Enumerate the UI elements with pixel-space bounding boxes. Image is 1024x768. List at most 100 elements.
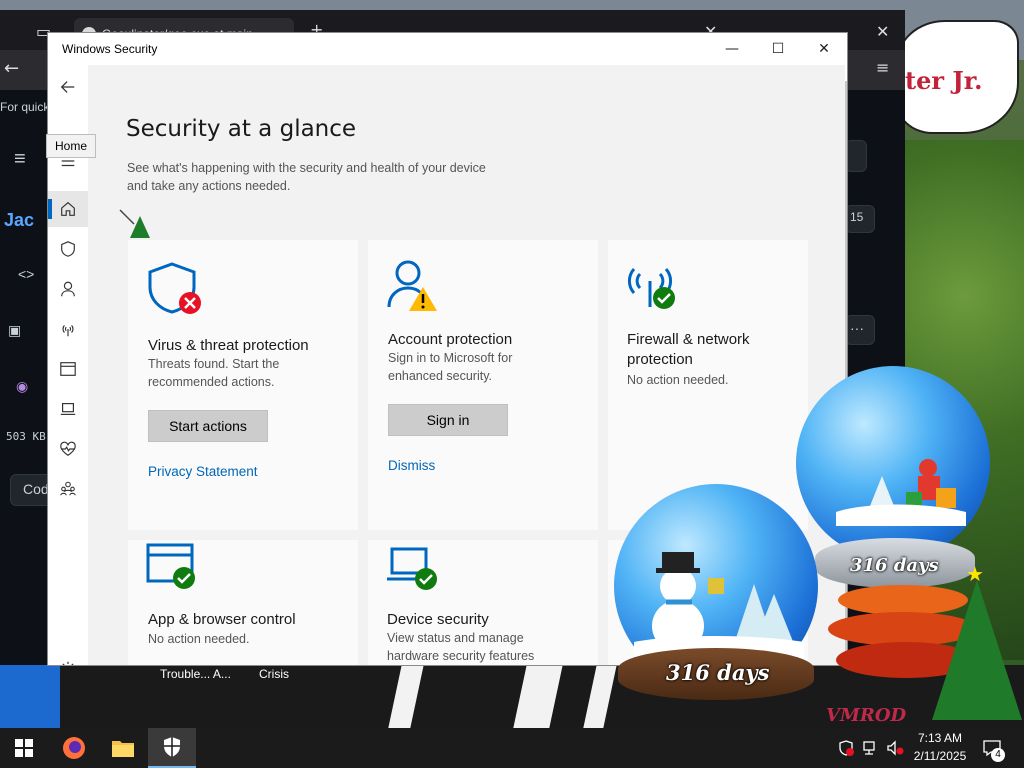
desktop-icon-label[interactable]: Crisis — [259, 667, 289, 681]
tile-description: View status and manage hardware security… — [387, 629, 534, 665]
code-tab-icon[interactable]: <> — [18, 266, 34, 282]
shield-error-icon — [148, 262, 201, 314]
counter-label: 15 — [850, 210, 864, 224]
repo-name[interactable]: Jac — [4, 210, 34, 231]
bookmark-text: For quick — [0, 100, 50, 114]
browser-window-icon — [60, 362, 76, 376]
star-icon: ★ — [966, 562, 984, 586]
close-button[interactable]: ✕ — [801, 33, 847, 65]
tile-title-line: Firewall & network — [627, 331, 750, 348]
file-icon: ▣ — [8, 322, 22, 338]
page-subtitle: See what's happening with the security a… — [127, 159, 527, 195]
firefox-taskbar-button[interactable] — [50, 728, 98, 768]
nav-account-protection[interactable] — [48, 271, 88, 307]
dismiss-link[interactable]: Dismiss — [388, 458, 435, 473]
page-title: Security at a glance — [126, 116, 357, 142]
tile-description-line: Threats found. Start the — [148, 357, 280, 371]
nav-device-security[interactable] — [48, 391, 88, 427]
tile-description-line: enhanced security. — [388, 369, 492, 383]
settings-icon — [62, 661, 74, 665]
back-arrow-icon[interactable]: ← — [4, 58, 19, 79]
tile-title: App & browser control — [148, 611, 296, 628]
page-subtitle-line: See what's happening with the security a… — [127, 161, 486, 175]
tile-description: No action needed. — [148, 632, 250, 646]
tile-title-line: protection — [627, 351, 693, 368]
shield-icon — [61, 241, 75, 257]
more-options-icon[interactable]: ··· — [845, 315, 875, 345]
person-icon — [61, 281, 75, 297]
start-button[interactable] — [0, 728, 48, 768]
snow-globe-gifts[interactable] — [796, 366, 990, 560]
tree-cursor-icon — [119, 209, 150, 238]
device-security-ok-icon — [387, 547, 437, 590]
sign-in-button[interactable]: Sign in — [388, 404, 508, 436]
nav-family-options[interactable] — [48, 471, 88, 507]
artist-signature: VMROD — [826, 705, 907, 726]
nav-app-browser[interactable] — [48, 351, 88, 387]
antenna-icon — [62, 325, 74, 337]
desktop-icon-label[interactable]: Trouble... A... — [160, 667, 231, 681]
tile-description-line: View status and manage — [387, 631, 524, 645]
tile-title: Device security — [387, 611, 489, 628]
github-counter: 15 — [845, 205, 875, 233]
avatar: ◉ — [16, 378, 29, 394]
firewall-ok-icon — [627, 268, 675, 309]
network-tray-icon[interactable] — [862, 740, 878, 756]
countdown-label: 316 days — [666, 660, 770, 685]
window-title: Windows Security — [62, 42, 158, 56]
tile-title: Account protection — [388, 331, 513, 348]
tile-description-line: Sign in to Microsoft for — [388, 351, 513, 365]
tile-title: Firewall & network protection — [627, 330, 750, 370]
gifts-scene-icon — [836, 459, 966, 526]
volume-muted-tray-icon[interactable] — [886, 740, 904, 756]
tile-description: Threats found. Start the recommended act… — [148, 355, 279, 391]
nav-home[interactable] — [48, 191, 88, 227]
snowman-scene-icon — [634, 552, 804, 664]
clock-date[interactable]: 2/11/2025 — [908, 749, 972, 763]
nav-virus-protection[interactable] — [48, 231, 88, 267]
minimize-button[interactable]: — — [709, 33, 755, 65]
hamburger-icon[interactable]: ≡ — [14, 148, 26, 171]
title-bar[interactable]: Windows Security — ☐ ✕ — [48, 33, 847, 65]
nav-firewall[interactable] — [48, 311, 88, 347]
notification-count-badge: 4 — [991, 748, 1005, 762]
file-size: 503 KB — [6, 430, 46, 443]
tile-description-line: recommended actions. — [148, 375, 275, 389]
folder-icon — [112, 741, 134, 757]
nav-settings[interactable] — [48, 651, 88, 665]
countdown-label: 316 days — [850, 555, 939, 576]
privacy-statement-link[interactable]: Privacy Statement — [148, 464, 258, 479]
start-actions-button[interactable]: Start actions — [148, 410, 268, 442]
code-button-label: Cod — [23, 481, 49, 497]
github-button[interactable] — [845, 140, 867, 172]
nav-device-health[interactable] — [48, 431, 88, 467]
page-subtitle-line: and take any actions needed. — [127, 179, 291, 193]
selection-indicator — [48, 199, 52, 219]
firefox-icon — [63, 737, 85, 759]
family-icon — [60, 481, 76, 496]
maximize-button[interactable]: ☐ — [755, 33, 801, 65]
home-icon — [61, 201, 75, 216]
wallpaper-blue-area — [0, 665, 60, 728]
security-shield-icon — [164, 737, 180, 757]
taskbar: 7:13 AM 2/11/2025 4 — [0, 728, 1024, 768]
security-alert-tray-icon[interactable] — [838, 740, 854, 756]
browser-menu-icon[interactable]: ≡ — [876, 58, 889, 77]
heart-monitor-icon — [60, 441, 76, 456]
laptop-icon — [60, 403, 76, 415]
account-warning-icon — [387, 260, 437, 311]
file-explorer-taskbar-button[interactable] — [99, 728, 147, 768]
tile-description: No action needed. — [627, 373, 729, 387]
clock-time[interactable]: 7:13 AM — [908, 731, 972, 745]
christmas-tree — [932, 580, 1022, 720]
browser-close-icon[interactable]: ✕ — [876, 22, 889, 41]
ellipsis-icon: ··· — [850, 320, 864, 336]
tile-description-line: hardware security features — [387, 649, 535, 663]
tile-description: Sign in to Microsoft for enhanced securi… — [388, 349, 512, 385]
back-icon[interactable] — [48, 69, 88, 105]
app-browser-ok-icon — [146, 543, 195, 589]
windows-logo-icon — [15, 739, 33, 757]
tile-title: Virus & threat protection — [148, 337, 309, 354]
windows-security-taskbar-button[interactable] — [148, 728, 196, 768]
wallpaper-caption: ter Jr. — [905, 66, 983, 95]
